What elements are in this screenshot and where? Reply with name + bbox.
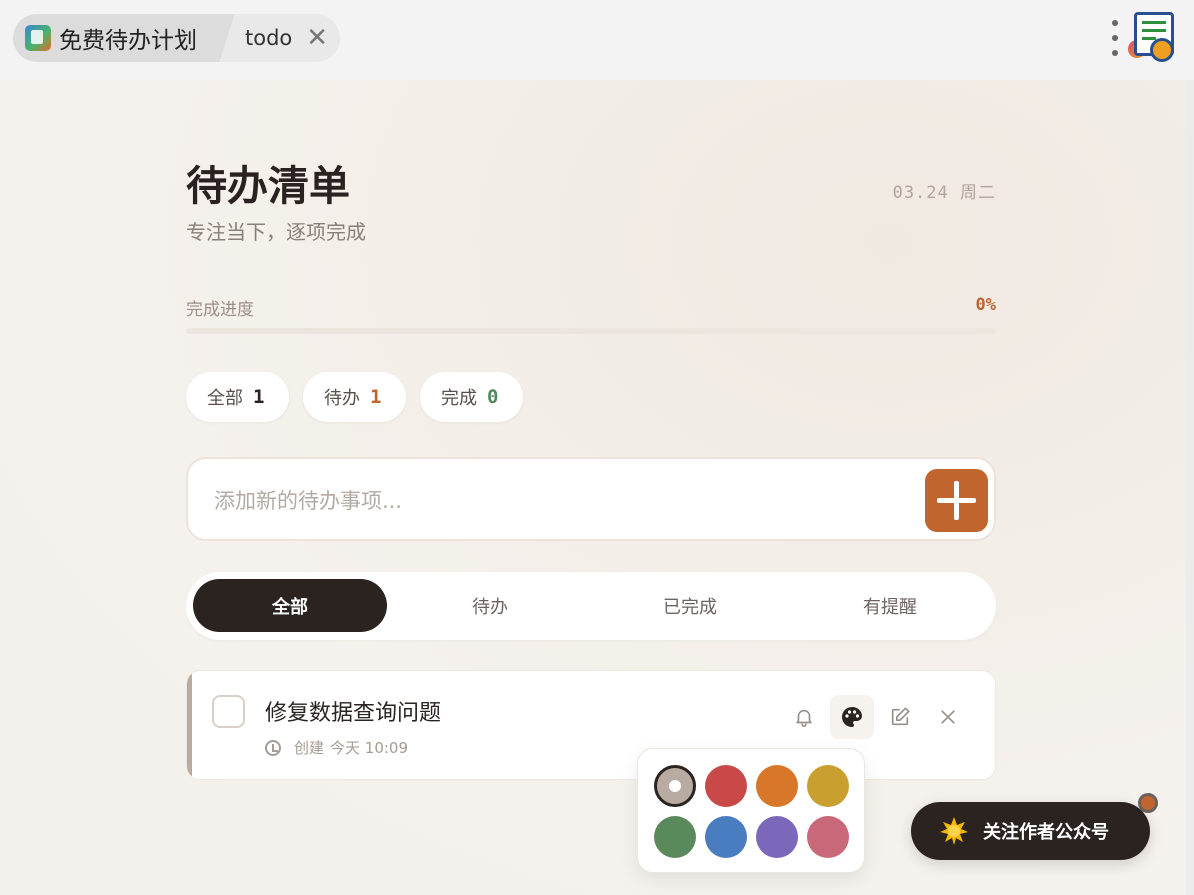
checklist-app-icon	[25, 25, 51, 51]
color-swatch[interactable]	[756, 765, 798, 807]
edit-button[interactable]	[878, 695, 922, 739]
tab-todo[interactable]: todo ✕	[219, 14, 341, 62]
task-color-accent	[187, 671, 192, 779]
progress-value: 0%	[975, 295, 996, 315]
color-swatch[interactable]	[756, 816, 798, 858]
progress-bar	[186, 328, 996, 334]
notification-dot	[1138, 793, 1158, 813]
stat-all: 全部 1	[186, 372, 289, 422]
task-checkbox[interactable]	[212, 695, 245, 728]
stat-all-count: 1	[253, 386, 265, 408]
tab-app[interactable]: 免费待办计划	[13, 14, 219, 62]
close-icon	[941, 710, 955, 724]
add-todo-box	[186, 457, 996, 541]
task-title[interactable]: 修复数据查询问题	[265, 695, 441, 727]
todo-app-logo-icon[interactable]	[1128, 12, 1178, 62]
color-swatch[interactable]	[705, 816, 747, 858]
more-menu-icon[interactable]	[1108, 20, 1122, 56]
vertical-scrollbar[interactable]	[1186, 80, 1194, 895]
add-todo-input[interactable]	[214, 483, 894, 519]
filter-pending[interactable]: 待办	[393, 579, 587, 632]
color-swatch[interactable]	[807, 765, 849, 807]
reminder-button[interactable]	[782, 695, 826, 739]
filter-tabs: 全部 待办 已完成 有提醒	[186, 572, 996, 640]
sun-icon	[940, 817, 968, 845]
stat-all-label: 全部	[207, 388, 243, 409]
task-item: 修复数据查询问题 创建 今天 10:09	[186, 670, 996, 780]
color-swatch[interactable]	[654, 765, 696, 807]
browser-top-bar: 免费待办计划 todo ✕	[0, 0, 1194, 80]
stat-done-label: 完成	[441, 388, 477, 409]
color-swatch[interactable]	[705, 765, 747, 807]
filter-reminders[interactable]: 有提醒	[793, 579, 987, 632]
follow-author-button[interactable]: 关注作者公众号	[911, 802, 1150, 860]
task-created-time: 今天 10:09	[330, 739, 409, 757]
tab-todo-label: todo	[245, 26, 293, 50]
task-meta: 创建 今天 10:09	[265, 737, 408, 758]
tab-close-icon[interactable]: ✕	[306, 25, 328, 51]
tab-app-label: 免费待办计划	[59, 28, 197, 54]
current-date: 03.24 周二	[892, 183, 996, 203]
filter-all[interactable]: 全部	[193, 579, 387, 632]
stat-pending-label: 待办	[324, 388, 360, 409]
color-button[interactable]	[830, 695, 874, 739]
clock-icon	[265, 739, 281, 756]
tab-group: 免费待办计划 todo ✕	[13, 14, 341, 62]
stat-pending-count: 1	[370, 386, 382, 408]
add-todo-button[interactable]	[925, 469, 988, 532]
color-picker-popover	[637, 748, 865, 873]
task-created-label: 创建	[294, 739, 325, 757]
delete-button[interactable]	[926, 695, 970, 739]
color-swatch[interactable]	[654, 816, 696, 858]
color-swatch[interactable]	[807, 816, 849, 858]
stat-done: 完成 0	[420, 372, 523, 422]
stat-done-count: 0	[487, 386, 499, 408]
follow-author-label: 关注作者公众号	[983, 822, 1109, 843]
palette-icon	[842, 707, 862, 727]
edit-icon	[891, 707, 910, 726]
progress-label: 完成进度	[186, 300, 254, 320]
filter-completed[interactable]: 已完成	[593, 579, 787, 632]
page-subtitle: 专注当下，逐项完成	[186, 220, 366, 244]
stat-pending: 待办 1	[303, 372, 406, 422]
page-title: 待办清单	[186, 162, 350, 210]
bell-icon	[796, 709, 812, 727]
